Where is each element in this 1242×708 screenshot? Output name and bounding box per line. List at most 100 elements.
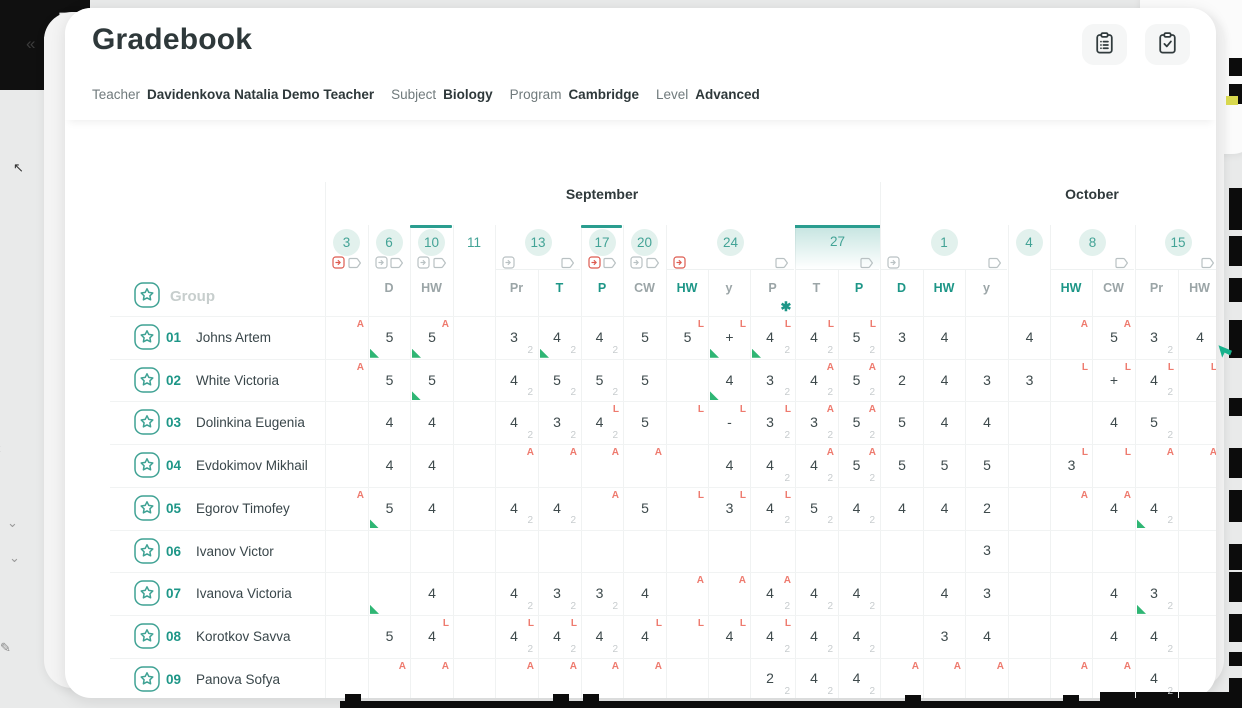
- grade-cell[interactable]: 42L: [751, 616, 795, 658]
- grade-cell[interactable]: 4: [881, 488, 923, 530]
- grade-cell[interactable]: 3: [966, 531, 1008, 573]
- grade-cell[interactable]: A: [1051, 317, 1092, 359]
- grade-cell[interactable]: L: [667, 488, 708, 530]
- grade-cell[interactable]: 42: [539, 317, 581, 359]
- grade-cell[interactable]: 52: [539, 360, 581, 402]
- lesson-type-label[interactable]: P: [581, 280, 623, 296]
- grade-cell[interactable]: 5A: [411, 317, 453, 359]
- grade-cell[interactable]: -L: [709, 402, 750, 444]
- grade-cell[interactable]: 42: [582, 317, 623, 359]
- grade-cell[interactable]: 4: [369, 445, 410, 487]
- grade-cell[interactable]: 4L: [709, 616, 750, 658]
- lesson-type-label[interactable]: HW: [1050, 280, 1092, 296]
- attendance-check-button[interactable]: [1145, 24, 1190, 65]
- grade-cell[interactable]: A: [369, 659, 410, 698]
- lesson-icon[interactable]: [673, 256, 687, 269]
- grade-cell[interactable]: 32: [539, 573, 581, 615]
- grade-cell[interactable]: L: [667, 402, 708, 444]
- grade-cell[interactable]: 4: [1093, 616, 1135, 658]
- grade-cell[interactable]: 4: [924, 317, 965, 359]
- lesson-type-label[interactable]: HW: [1178, 280, 1216, 296]
- date-header[interactable]: 8: [1079, 229, 1106, 256]
- lesson-type-label[interactable]: T: [538, 280, 581, 296]
- lesson-icon[interactable]: [887, 256, 901, 269]
- grade-cell[interactable]: [369, 573, 410, 615]
- grade-cell[interactable]: 5: [881, 445, 923, 487]
- grade-cell[interactable]: 5: [411, 360, 453, 402]
- grade-cell[interactable]: 42: [839, 659, 880, 698]
- date-header[interactable]: 17: [589, 229, 616, 256]
- grade-cell[interactable]: 42: [839, 488, 880, 530]
- grade-cell[interactable]: A: [1051, 488, 1092, 530]
- grade-cell[interactable]: 42: [496, 488, 538, 530]
- grade-cell[interactable]: 4: [924, 402, 965, 444]
- grade-cell[interactable]: 4: [709, 360, 750, 402]
- grade-cell[interactable]: 52: [796, 488, 838, 530]
- journal-button[interactable]: [1082, 24, 1127, 65]
- lesson-type-label[interactable]: P: [750, 280, 795, 296]
- grade-cell[interactable]: 4: [1179, 317, 1216, 359]
- grade-cell[interactable]: 42: [796, 616, 838, 658]
- grade-cell[interactable]: 5: [369, 488, 410, 530]
- grade-cell[interactable]: 32: [1136, 317, 1178, 359]
- lesson-icon[interactable]: [502, 256, 516, 269]
- date-header[interactable]: 1: [931, 229, 958, 256]
- grade-cell[interactable]: 42: [796, 659, 838, 698]
- grade-cell[interactable]: 2: [881, 360, 923, 402]
- grade-cell[interactable]: A: [326, 488, 368, 530]
- grade-cell[interactable]: A: [539, 659, 581, 698]
- grade-cell[interactable]: 52: [582, 360, 623, 402]
- grade-cell[interactable]: 5L: [667, 317, 708, 359]
- grade-cell[interactable]: 3: [966, 360, 1008, 402]
- grade-cell[interactable]: 4: [624, 573, 666, 615]
- grade-cell[interactable]: 42A: [796, 360, 838, 402]
- grade-cell[interactable]: A: [1051, 659, 1092, 698]
- tag-icon[interactable]: [988, 256, 1002, 269]
- grade-cell[interactable]: A: [539, 445, 581, 487]
- student-star-icon[interactable]: [134, 324, 160, 350]
- grade-cell[interactable]: A: [582, 488, 623, 530]
- grade-cell[interactable]: A: [709, 573, 750, 615]
- grade-cell[interactable]: L: [1179, 360, 1216, 402]
- grade-cell[interactable]: 32: [496, 317, 538, 359]
- lesson-icon[interactable]: [375, 256, 389, 269]
- grade-cell[interactable]: A: [326, 317, 368, 359]
- tag-icon[interactable]: [390, 256, 404, 269]
- grade-cell[interactable]: 42: [1136, 616, 1178, 658]
- grade-cell[interactable]: 42L: [496, 616, 538, 658]
- grade-cell[interactable]: 42L: [796, 317, 838, 359]
- grade-cell[interactable]: 5: [369, 317, 410, 359]
- grade-cell[interactable]: 5: [624, 317, 666, 359]
- grade-cell[interactable]: A: [624, 445, 666, 487]
- grade-cell[interactable]: 4: [1093, 402, 1135, 444]
- tag-icon[interactable]: [860, 256, 874, 269]
- lesson-icon[interactable]: [588, 256, 602, 269]
- grade-cell[interactable]: 52A: [839, 360, 880, 402]
- student-star-icon[interactable]: [134, 623, 160, 649]
- grade-cell[interactable]: 4: [924, 573, 965, 615]
- lesson-icon[interactable]: [630, 256, 644, 269]
- grade-cell[interactable]: 22: [751, 659, 795, 698]
- date-header[interactable]: 27: [830, 234, 845, 249]
- collapse-sidebar-icon[interactable]: «: [26, 34, 35, 54]
- grade-cell[interactable]: 42L: [751, 488, 795, 530]
- lesson-type-label[interactable]: y: [965, 280, 1008, 296]
- grade-cell[interactable]: 4: [966, 616, 1008, 658]
- grade-cell[interactable]: A: [411, 659, 453, 698]
- grade-cell[interactable]: A: [496, 659, 538, 698]
- grade-cell[interactable]: 4: [966, 402, 1008, 444]
- grade-cell[interactable]: 5A: [1093, 317, 1135, 359]
- date-header[interactable]: 11: [467, 235, 481, 250]
- grade-cell[interactable]: 5: [624, 402, 666, 444]
- lesson-icon[interactable]: [332, 256, 346, 269]
- tag-icon[interactable]: [775, 256, 789, 269]
- grade-cell[interactable]: 4: [411, 488, 453, 530]
- grade-cell[interactable]: 32: [539, 402, 581, 444]
- date-header[interactable]: 6: [376, 229, 403, 256]
- grade-cell[interactable]: 4: [924, 360, 965, 402]
- tag-icon[interactable]: [1201, 256, 1215, 269]
- student-star-icon[interactable]: [134, 538, 160, 564]
- grade-cell[interactable]: A: [924, 659, 965, 698]
- student-star-icon[interactable]: [134, 409, 160, 435]
- grade-cell[interactable]: A: [881, 659, 923, 698]
